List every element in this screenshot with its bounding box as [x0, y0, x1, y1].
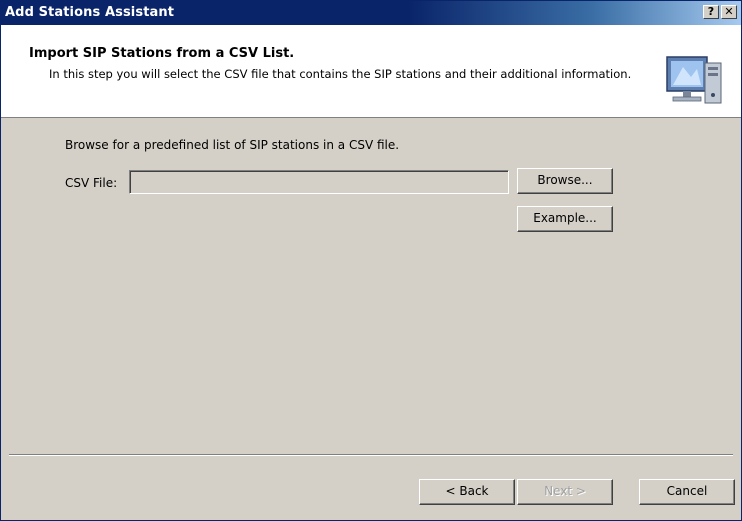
computer-icon	[666, 56, 722, 104]
page-description: In this step you will select the CSV fil…	[49, 67, 632, 81]
help-button[interactable]: ?	[703, 5, 719, 19]
csv-file-label: CSV File:	[65, 176, 118, 190]
window-title: Add Stations Assistant	[5, 5, 175, 20]
example-button[interactable]: Example...	[517, 206, 613, 232]
add-stations-assistant-window: Add Stations Assistant ? ✕ Import SIP St…	[0, 0, 742, 521]
close-button[interactable]: ✕	[721, 5, 737, 19]
cancel-button[interactable]: Cancel	[639, 479, 735, 505]
csv-file-field[interactable]	[129, 170, 509, 194]
next-button[interactable]: Next >	[517, 479, 613, 505]
wizard-body: Browse for a predefined list of SIP stat…	[1, 118, 741, 454]
title-bar: Add Stations Assistant ? ✕	[1, 1, 741, 25]
footer-divider	[9, 454, 733, 456]
back-button[interactable]: < Back	[419, 479, 515, 505]
wizard-header: Import SIP Stations from a CSV List. In …	[1, 25, 741, 118]
intro-text: Browse for a predefined list of SIP stat…	[65, 138, 400, 152]
browse-button[interactable]: Browse...	[517, 168, 613, 194]
page-title: Import SIP Stations from a CSV List.	[29, 46, 295, 61]
